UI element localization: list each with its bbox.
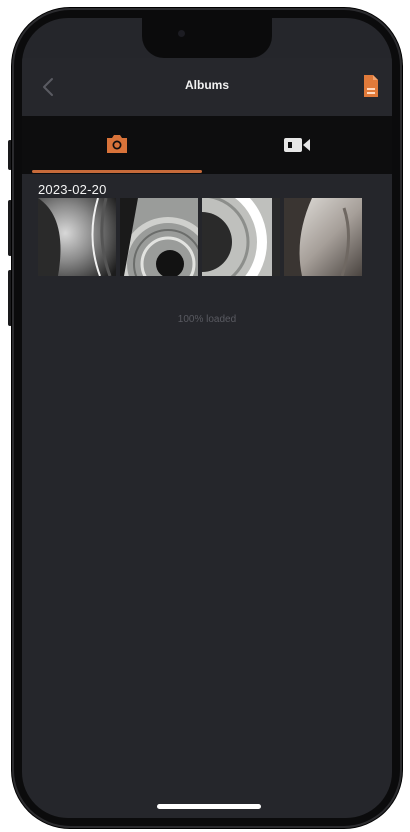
page-title: Albums [184,78,229,92]
home-indicator[interactable] [157,804,261,809]
photo-grid [38,198,364,276]
video-camera-icon [284,138,310,152]
load-status-text: 100% loaded [177,314,237,325]
document-icon[interactable] [362,74,380,98]
app-screen: Albums 2023-02-20 100% loaded [22,18,392,818]
device-mockup: Albums 2023-02-20 100% loaded [0,0,410,832]
media-type-tabs [22,116,392,174]
photo-thumbnail[interactable] [202,198,280,276]
nav-bar: Albums [22,58,392,116]
album-date-label: 2023-02-20 [38,182,107,197]
front-camera [178,30,185,37]
tab-selected-underline [32,170,202,173]
photo-thumbnail[interactable] [38,198,116,276]
tab-videos[interactable] [207,116,392,174]
tab-photos[interactable] [22,116,207,174]
notch [142,18,272,58]
photo-thumbnail[interactable] [284,198,362,276]
camera-icon [107,135,127,153]
photo-thumbnail[interactable] [120,198,198,276]
